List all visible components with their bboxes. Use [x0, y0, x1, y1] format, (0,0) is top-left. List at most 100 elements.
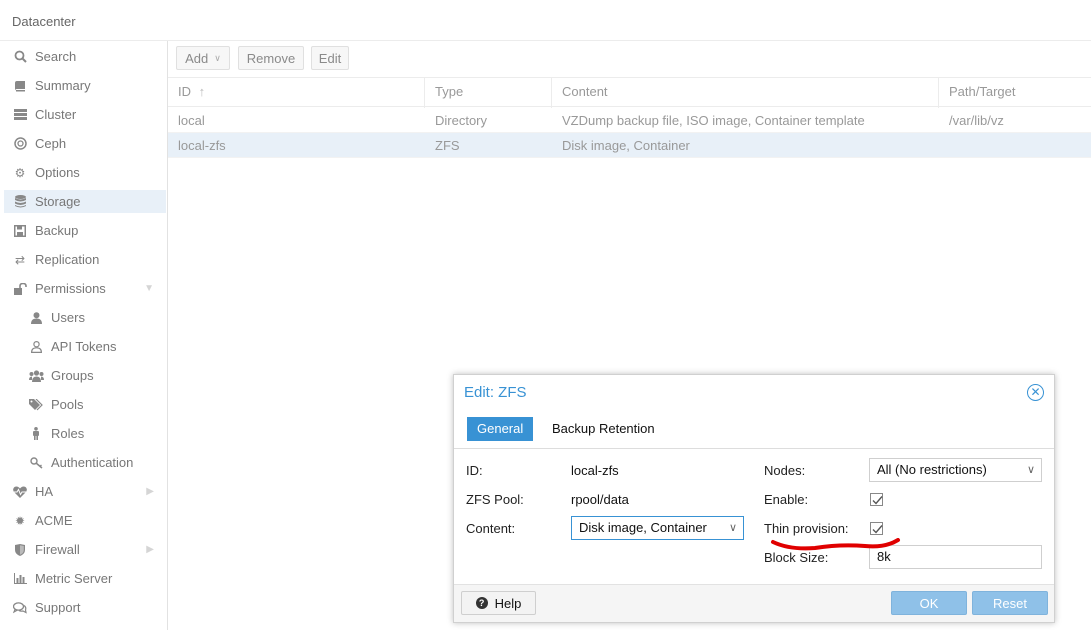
enable-label: Enable:: [764, 492, 809, 507]
question-circle-icon: ?: [475, 597, 488, 609]
column-header-type[interactable]: Type: [425, 78, 552, 108]
remove-button[interactable]: Remove: [238, 46, 304, 70]
table-row[interactable]: local-zfs ZFS Disk image, Container: [168, 133, 1091, 158]
sidebar-item-label: API Tokens: [51, 339, 117, 354]
sidebar-item-backup[interactable]: Backup: [4, 219, 166, 242]
content-select-value: Disk image, Container: [579, 520, 707, 535]
sidebar-item-support[interactable]: Support: [4, 596, 166, 619]
sidebar-item-groups[interactable]: Groups: [4, 364, 166, 387]
proxmox-page: Datacenter Search Summary Cluster Ceph ⚙…: [0, 0, 1091, 630]
remove-button-label: Remove: [246, 50, 296, 66]
content-label: Content:: [466, 521, 516, 536]
sidebar-item-options[interactable]: ⚙ Options: [4, 161, 166, 184]
chevron-down-icon[interactable]: ▼: [144, 283, 154, 294]
ok-button[interactable]: OK: [891, 591, 967, 615]
sidebar-item-label: Search: [35, 49, 77, 64]
reset-button[interactable]: Reset: [972, 591, 1048, 615]
help-button-label: Help: [494, 595, 522, 611]
sidebar-item-label: Groups: [51, 368, 94, 383]
sidebar-item-label: ACME: [35, 513, 73, 528]
cell-path: /var/lib/vz: [949, 113, 1004, 128]
key-icon: [28, 455, 44, 471]
enable-checkbox[interactable]: [870, 493, 883, 506]
nodes-select[interactable]: All (No restrictions) ∨: [869, 458, 1042, 482]
book-icon: [12, 78, 28, 94]
grid-header: ID ↑ Type Content Path/Target: [168, 77, 1091, 108]
database-icon: [12, 194, 28, 210]
sidebar-item-users[interactable]: Users: [4, 306, 166, 329]
cell-id: local-zfs: [178, 138, 226, 153]
edit-zfs-dialog: Edit: ZFS ✕ General Backup Retention ID:…: [453, 374, 1055, 623]
column-header-path[interactable]: Path/Target: [939, 78, 1091, 108]
help-button[interactable]: ? Help: [461, 591, 536, 615]
sidebar-item-label: Metric Server: [35, 571, 113, 586]
server-icon: [12, 107, 28, 123]
chevron-down-icon: ∨: [214, 52, 221, 63]
content-select[interactable]: Disk image, Container ∨: [571, 516, 744, 540]
sidebar-item-authentication[interactable]: Authentication: [4, 451, 166, 474]
id-label: ID:: [466, 463, 483, 478]
column-header-content[interactable]: Content: [552, 78, 939, 108]
cell-type: Directory: [435, 113, 488, 128]
cell-content: Disk image, Container: [562, 138, 690, 153]
sidebar-item-label: Authentication: [51, 455, 134, 470]
checkmark-icon: [872, 525, 883, 534]
nodes-label: Nodes:: [764, 463, 806, 478]
sidebar-item-label: Roles: [51, 426, 85, 441]
sidebar-item-pools[interactable]: Pools: [4, 393, 166, 416]
sidebar-item-permissions[interactable]: Permissions ▼: [4, 277, 166, 300]
sidebar-item-replication[interactable]: ⇄ Replication: [4, 248, 166, 271]
toolbar: Add ∨ Remove Edit: [168, 41, 1091, 77]
male-icon: [28, 426, 44, 442]
sidebar-item-firewall[interactable]: Firewall ▶: [4, 538, 166, 561]
dialog-title: Edit: ZFS: [464, 384, 527, 401]
sidebar-item-ceph[interactable]: Ceph: [4, 132, 166, 155]
user-outline-icon: [28, 339, 44, 355]
sidebar-item-label: Firewall: [35, 542, 80, 557]
heartbeat-icon: [12, 484, 28, 500]
checkmark-icon: [872, 496, 883, 505]
chevron-right-icon[interactable]: ▶: [146, 486, 154, 497]
add-button-label: Add: [185, 50, 209, 66]
tab-general[interactable]: General: [467, 417, 534, 441]
sidebar-item-api-tokens[interactable]: API Tokens: [4, 335, 166, 358]
unlock-icon: [12, 281, 28, 297]
sidebar-item-ha[interactable]: HA ▶: [4, 480, 166, 503]
sidebar-item-roles[interactable]: Roles: [4, 422, 166, 445]
sidebar-item-label: Cluster: [35, 107, 77, 122]
sidebar: Search Summary Cluster Ceph ⚙ Options St…: [0, 41, 168, 630]
sidebar-item-label: Permissions: [35, 281, 106, 296]
ok-button-label: OK: [919, 595, 939, 611]
close-icon[interactable]: ✕: [1027, 384, 1044, 401]
chevron-right-icon[interactable]: ▶: [146, 544, 154, 555]
sidebar-item-cluster[interactable]: Cluster: [4, 103, 166, 126]
column-header-id[interactable]: ID ↑: [168, 78, 425, 108]
cell-type: ZFS: [435, 138, 460, 153]
search-icon: [12, 49, 28, 65]
tags-icon: [28, 397, 44, 413]
nodes-select-value: All (No restrictions): [877, 462, 987, 477]
cell-path: [939, 133, 949, 158]
chevron-down-icon: ∨: [1026, 464, 1035, 476]
tab-backup-retention[interactable]: Backup Retention: [542, 417, 665, 441]
user-icon: [28, 310, 44, 326]
sidebar-item-search[interactable]: Search: [4, 45, 166, 68]
edit-button[interactable]: Edit: [311, 46, 349, 70]
table-row[interactable]: local Directory VZDump backup file, ISO …: [168, 108, 1091, 133]
sidebar-item-label: Storage: [35, 194, 81, 209]
sidebar-item-acme[interactable]: ✹ ACME: [4, 509, 166, 532]
column-header-label: ID: [178, 84, 191, 99]
page-title: Datacenter: [12, 14, 76, 29]
sidebar-item-metric-server[interactable]: Metric Server: [4, 567, 166, 590]
gear-icon: ⚙: [14, 165, 26, 180]
red-underline-annotation: [771, 538, 900, 551]
thin-provision-checkbox[interactable]: [870, 522, 883, 535]
sidebar-item-label: Users: [51, 310, 85, 325]
bar-chart-icon: [12, 571, 28, 587]
dialog-tabs: General Backup Retention: [454, 415, 1054, 449]
comments-icon: [12, 600, 28, 616]
sidebar-item-summary[interactable]: Summary: [4, 74, 166, 97]
certificate-icon: ✹: [14, 513, 26, 528]
sidebar-item-storage[interactable]: Storage: [4, 190, 166, 213]
add-button[interactable]: Add ∨: [176, 46, 230, 70]
